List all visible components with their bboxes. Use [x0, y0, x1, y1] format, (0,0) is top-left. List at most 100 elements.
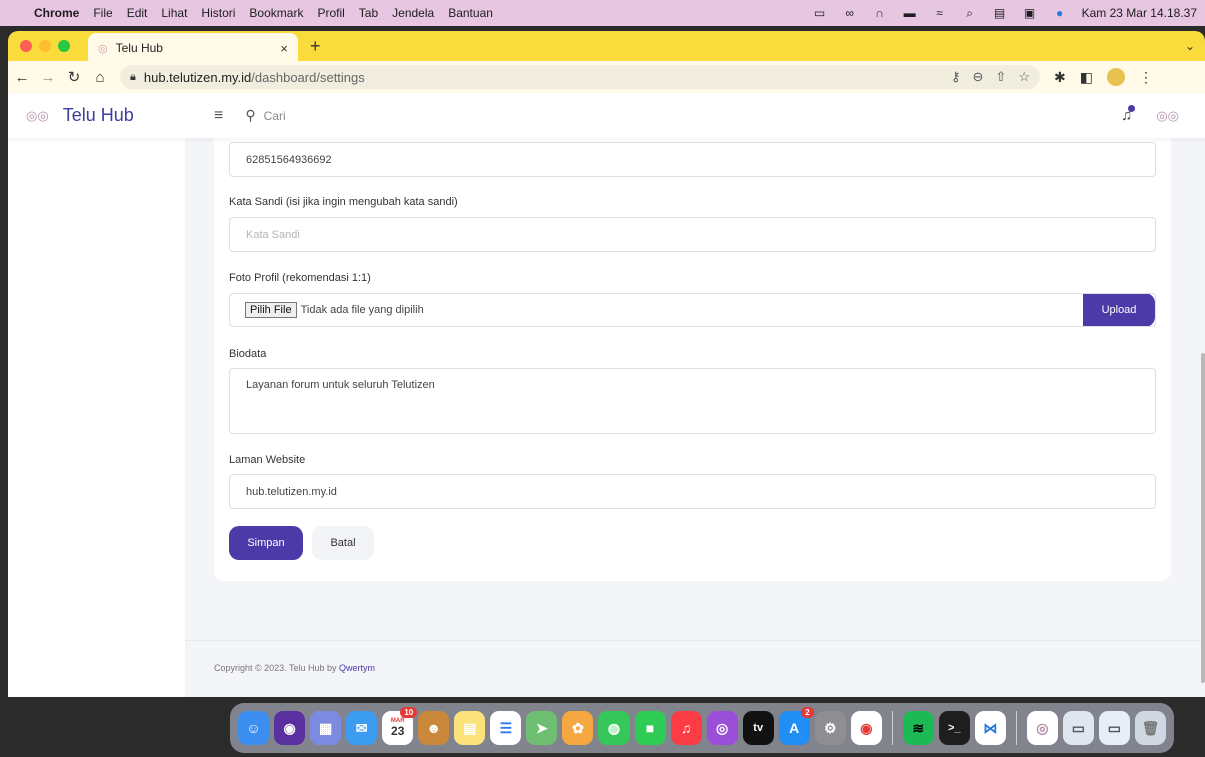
search-input[interactable]: ⚲ Cari — [245, 107, 285, 124]
apple-tv-icon[interactable]: tv — [742, 711, 774, 745]
minimized-window-icon[interactable]: ▭ — [1062, 711, 1094, 745]
maximize-window-icon[interactable] — [58, 40, 70, 52]
hamburger-menu-icon[interactable]: ≡ — [214, 107, 223, 125]
menu-history[interactable]: Histori — [201, 6, 235, 20]
chrome-icon[interactable]: ◉ — [850, 711, 882, 745]
bio-label: Biodata — [229, 348, 267, 360]
wifi-icon[interactable]: ≈ — [932, 7, 948, 19]
lock-icon[interactable]: 🔒︎ — [130, 71, 136, 84]
bio-textarea[interactable]: Layanan forum untuk seluruh Telutizen — [229, 368, 1156, 434]
tab-title: Telu Hub — [115, 41, 163, 55]
chrome-menu-icon[interactable]: ⋮ — [1139, 69, 1153, 86]
share-icon[interactable]: ⇧ — [995, 69, 1006, 85]
browser-tab-bar: ◎ Telu Hub × + ⌄ — [8, 31, 1205, 63]
menu-view[interactable]: Lihat — [161, 6, 187, 20]
calendar-badge: 10 — [400, 707, 418, 718]
menu-clock[interactable]: Kam 23 Mar 14.18.37 — [1082, 6, 1197, 20]
macos-menu-bar: Chrome File Edit Lihat Histori Bookmark … — [0, 0, 1205, 26]
address-bar[interactable]: 🔒︎ hub.telutizen.my.id/dashboard/setting… — [120, 65, 1040, 89]
close-window-icon[interactable] — [20, 40, 32, 52]
web-page: ◎◎ Telu Hub ≡ ⚲ Cari ♫ ◎◎ 62851564936692… — [8, 93, 1205, 697]
app-store-icon[interactable]: A2 — [778, 707, 814, 745]
website-field[interactable]: hub.telutizen.my.id — [229, 474, 1156, 509]
finder-icon[interactable]: ☺ — [238, 711, 270, 745]
trash-icon[interactable]: 🗑︎ — [1134, 711, 1166, 745]
podcasts-icon[interactable]: ◎ — [706, 711, 738, 745]
menu-bookmark[interactable]: Bookmark — [249, 6, 303, 20]
home-icon[interactable]: ⌂ — [88, 69, 112, 86]
system-settings-gear-icon[interactable]: ⚙ — [814, 711, 846, 745]
brand-name: Telu Hub — [62, 105, 134, 125]
menu-window[interactable]: Jendela — [392, 6, 434, 20]
minimized-window-2-icon[interactable]: ▭ — [1098, 711, 1130, 745]
telu-hub-window-icon[interactable]: ◎ — [1026, 711, 1058, 745]
choose-file-button[interactable]: Pilih File — [245, 302, 297, 318]
window-controls — [20, 40, 70, 52]
phone-field[interactable]: 62851564936692 — [229, 142, 1156, 177]
extensions-puzzle-icon[interactable]: ✱ — [1054, 69, 1066, 86]
website-label: Laman Website — [229, 454, 306, 466]
display-icon[interactable]: ▣ — [1022, 7, 1038, 19]
telu-hub-logo-icon: ◎◎ — [26, 107, 49, 123]
author-link[interactable]: Qwertym — [339, 663, 375, 673]
vscode-icon[interactable]: ⋈ — [974, 711, 1006, 745]
spotlight-search-icon[interactable]: ⌕ — [962, 7, 978, 19]
siri-app-icon[interactable]: ◉ — [274, 711, 306, 745]
link-icon[interactable]: ∞ — [842, 7, 858, 19]
calendar-icon[interactable]: MAR 23 10 — [382, 707, 418, 745]
brand[interactable]: ◎◎ Telu Hub — [26, 105, 206, 126]
page-scrollbar[interactable] — [1201, 353, 1205, 683]
footer: Copyright © 2023. Telu Hub by Qwertym — [214, 663, 375, 673]
tab-telu-hub[interactable]: ◎ Telu Hub × — [88, 33, 298, 63]
menu-profile[interactable]: Profil — [317, 6, 344, 20]
password-field[interactable]: Kata Sandi — [229, 217, 1156, 252]
contacts-icon[interactable]: ☻ — [418, 711, 450, 745]
control-center-icon[interactable]: ▤ — [992, 7, 1008, 19]
calendar-day: 23 — [391, 724, 405, 738]
save-button[interactable]: Simpan — [229, 526, 303, 560]
messages-icon[interactable]: ◍ — [598, 711, 630, 745]
dock-separator-2 — [1015, 711, 1017, 745]
side-panel-icon[interactable]: ◧ — [1080, 69, 1093, 86]
headphones-icon[interactable]: ∩ — [872, 7, 888, 19]
cancel-button[interactable]: Batal — [312, 526, 374, 560]
forward-arrow-icon[interactable]: → — [36, 69, 60, 86]
bookmark-star-icon[interactable]: ☆ — [1018, 69, 1030, 85]
close-tab-icon[interactable]: × — [280, 41, 288, 56]
menu-file[interactable]: File — [93, 6, 112, 20]
minimize-window-icon[interactable] — [39, 40, 51, 52]
zoom-icon[interactable]: ⊖ — [973, 69, 984, 85]
photos-icon[interactable]: ✿ — [562, 711, 594, 745]
battery-icon[interactable]: ▭ — [812, 7, 828, 19]
notes-icon[interactable]: ▤ — [454, 711, 486, 745]
reminders-icon[interactable]: ☰ — [490, 711, 522, 745]
menu-help[interactable]: Bantuan — [448, 6, 493, 20]
notification-dot — [1128, 105, 1136, 112]
launchpad-icon[interactable]: ▦ — [310, 711, 342, 745]
profile-avatar-icon[interactable] — [1106, 68, 1125, 86]
key-icon[interactable]: ⚷ — [951, 69, 961, 85]
user-avatar[interactable]: ◎◎ — [1156, 108, 1179, 124]
notification-bell-icon[interactable]: ♫ — [1121, 105, 1136, 124]
terminal-icon[interactable]: >_ — [938, 711, 970, 745]
tab-search-chevron-icon[interactable]: ⌄ — [1185, 39, 1195, 53]
reload-icon[interactable]: ↻ — [62, 68, 86, 86]
menu-tab[interactable]: Tab — [359, 6, 378, 20]
back-arrow-icon[interactable]: ← — [10, 69, 34, 86]
main-content: 62851564936692 Kata Sandi (isi jika ingi… — [185, 128, 1205, 697]
app-header: ◎◎ Telu Hub ≡ ⚲ Cari ♫ ◎◎ — [8, 93, 1205, 138]
url-host: hub.telutizen.my.id — [143, 69, 252, 85]
menu-app-chrome[interactable]: Chrome — [34, 6, 79, 20]
mail-icon[interactable]: ✉ — [346, 711, 378, 745]
new-tab-button[interactable]: + — [310, 36, 321, 57]
menu-edit[interactable]: Edit — [127, 6, 148, 20]
photo-label: Foto Profil (rekomendasi 1:1) — [229, 272, 371, 284]
spotify-icon[interactable]: ≋ — [902, 711, 934, 745]
upload-button[interactable]: Upload — [1083, 294, 1155, 326]
maps-icon[interactable]: ➤ — [526, 711, 558, 745]
music-icon[interactable]: ♫ — [670, 711, 702, 745]
dock-separator — [891, 711, 893, 745]
battery-status-icon[interactable]: ▬ — [902, 7, 918, 19]
siri-icon[interactable]: ● — [1052, 7, 1068, 19]
facetime-icon[interactable]: ■ — [634, 711, 666, 745]
